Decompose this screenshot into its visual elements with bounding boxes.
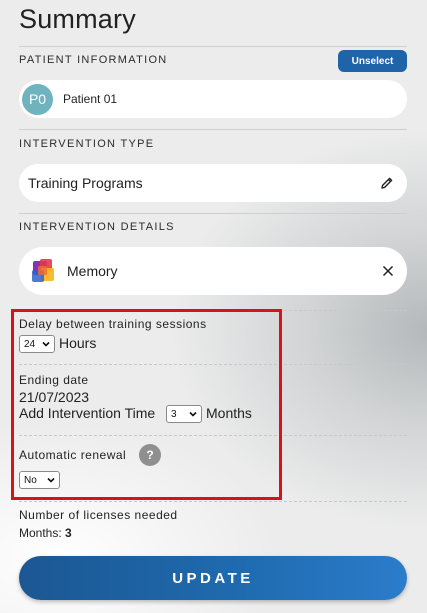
intervention-name: Memory [67, 263, 118, 279]
intervention-time-select[interactable]: 3 [166, 405, 202, 423]
delay-select[interactable]: 24 [19, 335, 55, 353]
licenses-months-value: 3 [65, 526, 72, 540]
page-title: Summary [19, 4, 136, 34]
intervention-type-divider [19, 213, 407, 214]
chevron-down-icon [189, 411, 197, 417]
ending-date-value: 21/07/2023 [19, 389, 90, 405]
patient-card[interactable]: P0 Patient 01 [19, 80, 407, 118]
delay-unit: Hours [59, 335, 97, 351]
licenses-label: Number of licenses needed [19, 508, 178, 522]
renewal-select[interactable]: No [19, 471, 60, 489]
renewal-select-value: No [24, 474, 37, 486]
pencil-icon[interactable] [379, 175, 395, 191]
intervention-type-label: INTERVENTION TYPE [19, 138, 155, 150]
intervention-type-value: Training Programs [28, 175, 143, 191]
unselect-button[interactable]: Unselect [338, 50, 407, 72]
chevron-down-icon [47, 477, 55, 483]
title-divider [19, 46, 407, 47]
delay-label: Delay between training sessions [19, 317, 207, 331]
delay-select-value: 24 [24, 338, 36, 350]
close-icon[interactable] [381, 264, 395, 278]
patient-avatar: P0 [22, 83, 53, 115]
details-divider [19, 310, 407, 311]
add-time-unit: Months [206, 405, 252, 421]
update-button[interactable]: UPDATE [19, 556, 407, 600]
renewal-label: Automatic renewal [19, 448, 127, 462]
intervention-type-field[interactable]: Training Programs [19, 164, 407, 202]
intervention-time-value: 3 [171, 408, 177, 420]
delay-divider [19, 364, 407, 365]
licenses-months: Months: 3 [19, 526, 72, 540]
licenses-months-label: Months: [19, 526, 62, 540]
ending-date-label: Ending date [19, 373, 89, 387]
ending-divider [19, 435, 407, 436]
intervention-details-card[interactable]: Memory [19, 247, 407, 295]
help-icon[interactable]: ? [139, 444, 161, 466]
patient-divider [19, 129, 407, 130]
add-time-label: Add Intervention Time [19, 405, 156, 421]
chevron-down-icon [42, 341, 50, 347]
memory-logo-icon [29, 257, 57, 285]
renewal-divider [19, 501, 407, 502]
patient-section-label: PATIENT INFORMATION [19, 54, 168, 66]
patient-name: Patient 01 [63, 92, 118, 106]
intervention-details-label: INTERVENTION DETAILS [19, 221, 175, 233]
